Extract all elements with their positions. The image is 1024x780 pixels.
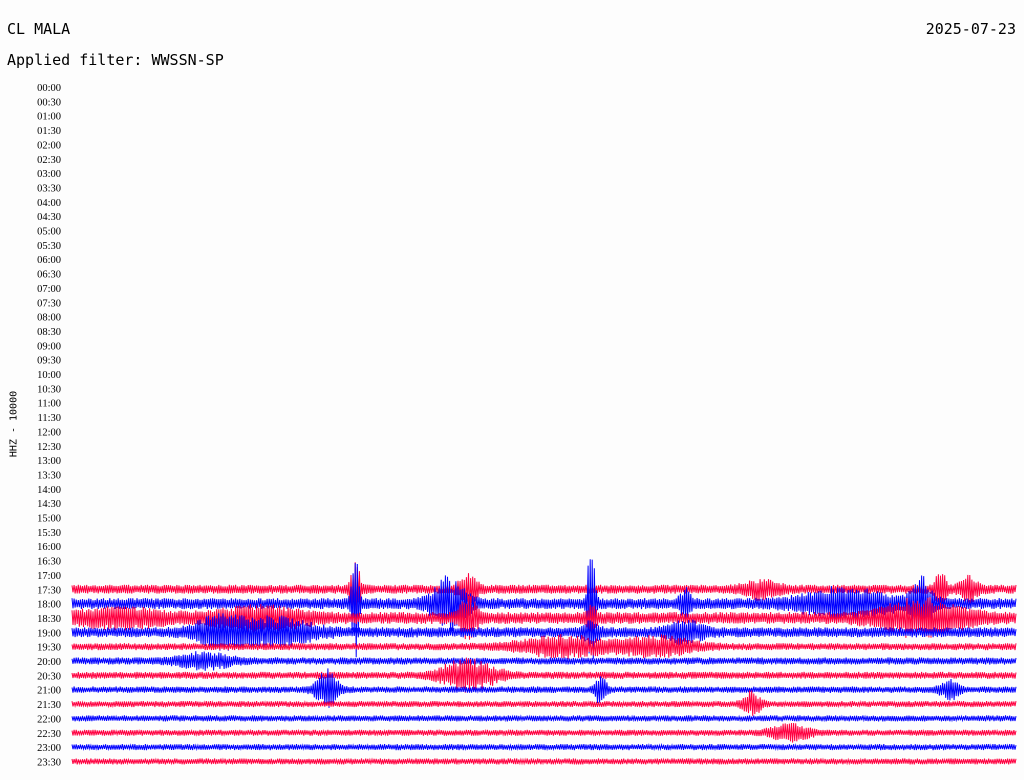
seismic-trace-2300 [71,742,1017,752]
time-tick-label: 12:00 [37,427,61,438]
seismic-trace-2230 [71,722,1017,743]
time-tick-label: 15:00 [37,514,61,525]
time-tick-label: 00:00 [37,83,61,94]
time-tick-label: 14:00 [37,485,61,496]
seismic-trace-2130 [71,690,1017,716]
time-tick-label: 22:00 [37,714,61,725]
time-tick-label: 23:00 [37,743,61,754]
time-tick-label: 06:00 [37,255,61,266]
time-tick-label: 17:30 [37,585,61,596]
time-tick-label: 09:00 [37,341,61,352]
time-tick-label: 07:00 [37,284,61,295]
time-tick-label: 04:30 [37,212,61,223]
seismic-trace-2000 [71,651,1017,671]
time-tick-label: 01:00 [37,112,61,123]
time-tick-label: 18:00 [37,600,61,611]
time-tick-label: 02:30 [37,155,61,166]
time-tick-label: 18:30 [37,614,61,625]
time-tick-label: 11:30 [37,413,61,424]
time-tick-label: 21:30 [37,700,61,711]
time-tick-label: 11:00 [37,399,61,410]
seismic-traces [71,559,1017,766]
time-tick-label: 00:30 [37,97,61,108]
time-tick-label: 19:00 [37,628,61,639]
time-tick-label: 13:30 [37,470,61,481]
time-tick-label: 20:30 [37,671,61,682]
helicorder-plot: 00:00 00:30 01:00 01:30 02:00 02:30 03:00 03:30… [37,83,1017,768]
time-tick-label: 05:00 [37,227,61,238]
time-tick-label: 02:00 [37,140,61,151]
time-tick-label: 08:30 [37,327,61,338]
time-tick-label: 06:30 [37,270,61,281]
time-tick-label: 10:00 [37,370,61,381]
time-tick-label: 09:30 [37,356,61,367]
time-tick-label: 03:00 [37,169,61,180]
time-tick-label: 13:00 [37,456,61,467]
seismic-trace-2200 [71,714,1017,723]
time-tick-label: 07:30 [37,298,61,309]
time-tick-label: 20:00 [37,657,61,668]
time-tick-label: 23:30 [37,757,61,768]
time-tick-label: 22:30 [37,729,61,740]
time-tick-label: 12:30 [37,442,61,453]
time-tick-label: 05:30 [37,241,61,252]
time-tick-label: 01:30 [37,126,61,137]
time-tick-label: 16:00 [37,542,61,553]
time-tick-label: 04:00 [37,198,61,209]
time-tick-label: 03:30 [37,183,61,194]
seismic-trace-2330 [71,757,1017,766]
time-tick-label: 08:00 [37,313,61,324]
time-tick-label: 16:30 [37,557,61,568]
time-tick-label: 19:30 [37,643,61,654]
time-tick-label: 15:30 [37,528,61,539]
time-tick-label: 10:30 [37,384,61,395]
time-tick-label: 17:00 [37,571,61,582]
time-tick-label: 14:30 [37,499,61,510]
time-tick-labels: 00:00 00:30 01:00 01:30 02:00 02:30 03:00 03:30… [37,83,61,768]
time-tick-label: 21:00 [37,686,61,697]
